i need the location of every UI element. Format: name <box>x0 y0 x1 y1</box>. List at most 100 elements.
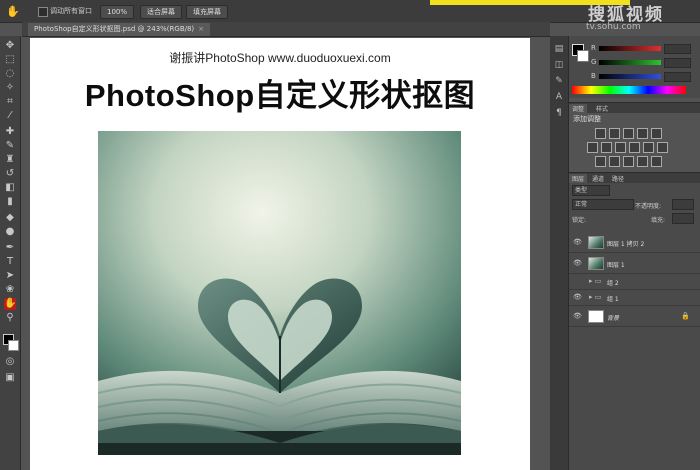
layer-name: 图层 1 拷贝 2 <box>607 241 645 248</box>
hand-tool-active-icon[interactable]: ✋ <box>4 298 16 310</box>
invert-adjust-icon[interactable] <box>595 156 606 167</box>
brush-panel-icon[interactable]: ✎ <box>554 76 564 86</box>
threshold-adjust-icon[interactable] <box>623 156 634 167</box>
canvas-title: PhotoShop自定义形状抠图 <box>84 78 476 113</box>
dodge-tool-icon[interactable]: ● <box>4 226 16 238</box>
healing-brush-tool-icon[interactable]: ✚ <box>4 126 16 138</box>
color-background-swatch[interactable] <box>577 50 589 62</box>
lasso-tool-icon[interactable]: ◌ <box>4 68 16 80</box>
r-slider[interactable] <box>599 46 661 51</box>
tab-adjustments[interactable]: 调整 <box>569 104 588 113</box>
exposure-adjust-icon[interactable] <box>637 128 648 139</box>
photo-filter-adjust-icon[interactable] <box>629 142 640 153</box>
black-white-adjust-icon[interactable] <box>615 142 626 153</box>
zoom-tool-icon[interactable]: ⚲ <box>4 312 16 324</box>
character-panel-icon[interactable]: A <box>554 92 564 102</box>
hue-saturation-adjust-icon[interactable] <box>587 142 598 153</box>
b-label: B <box>591 72 596 80</box>
tools-panel: ✥ ⬚ ◌ ✧ ⌗ ⁄ ✚ ✎ ♜ ↺ ◧ ▮ ◆ ● ✒ T ➤ ❀ ✋ ⚲ … <box>0 36 21 470</box>
fill-field[interactable] <box>672 213 694 224</box>
quick-mask-icon[interactable]: ◎ <box>4 356 16 368</box>
visibility-eye-hidden-icon[interactable] <box>573 277 581 285</box>
opacity-label: 不透明度: <box>635 203 662 210</box>
pen-tool-icon[interactable]: ✒ <box>4 242 16 254</box>
screen-mode-icon[interactable]: ▣ <box>4 372 16 384</box>
custom-shape-tool-icon[interactable]: ❀ <box>4 284 16 296</box>
history-panel-icon[interactable]: ▤ <box>554 44 564 54</box>
visibility-eye-icon[interactable]: 👁 <box>573 293 582 301</box>
layer-kind-filter[interactable]: 类型 <box>572 185 610 196</box>
color-spectrum[interactable] <box>572 86 686 94</box>
visibility-eye-icon[interactable]: 👁 <box>573 238 582 246</box>
document-canvas[interactable]: 谢振讲PhotoShop www.duoduoxuexi.com PhotoSh… <box>30 38 530 470</box>
background-color-swatch[interactable] <box>8 340 19 351</box>
tab-styles[interactable]: 样式 <box>593 104 611 113</box>
b-slider[interactable] <box>599 74 661 79</box>
crop-tool-icon[interactable]: ⌗ <box>4 96 16 108</box>
paragraph-panel-icon[interactable]: ¶ <box>554 108 564 118</box>
channel-mixer-adjust-icon[interactable] <box>643 142 654 153</box>
color-balance-adjust-icon[interactable] <box>601 142 612 153</box>
type-tool-icon[interactable]: T <box>4 256 16 268</box>
gradient-map-adjust-icon[interactable] <box>637 156 648 167</box>
layer-thumbnail <box>588 257 604 270</box>
tab-paths[interactable]: 路径 <box>609 174 627 183</box>
eraser-tool-icon[interactable]: ◧ <box>4 182 16 194</box>
r-label: R <box>591 44 596 52</box>
eyedropper-tool-icon[interactable]: ⁄ <box>4 110 16 122</box>
path-selection-tool-icon[interactable]: ➤ <box>4 270 16 282</box>
g-slider[interactable] <box>599 60 661 65</box>
canvas-subtitle: 谢振讲PhotoShop www.duoduoxuexi.com <box>169 51 391 65</box>
layer-row[interactable]: 👁 背景 🔒 <box>569 306 700 327</box>
layer-row[interactable]: 👁 图层 1 拷贝 2 <box>569 232 700 253</box>
move-tool-icon[interactable]: ✥ <box>4 40 16 52</box>
lock-icon: 🔒 <box>681 312 690 320</box>
g-value-field[interactable] <box>664 58 691 68</box>
fill-screen-button[interactable]: 填充屏幕 <box>186 5 228 19</box>
layer-row[interactable]: 👁 图层 1 <box>569 253 700 274</box>
marquee-tool-icon[interactable]: ⬚ <box>4 54 16 66</box>
document-tab-bar: PhotoShop自定义形状抠图.psd @ 243%(RGB/8) × <box>22 22 550 37</box>
visibility-eye-icon[interactable]: 👁 <box>573 312 582 320</box>
blur-tool-icon[interactable]: ◆ <box>4 212 16 224</box>
properties-panel-icon[interactable]: ◫ <box>554 60 564 70</box>
magic-wand-tool-icon[interactable]: ✧ <box>4 82 16 94</box>
vibrance-adjust-icon[interactable] <box>651 128 662 139</box>
layers-panel: 图层 通道 路径 类型 正常 不透明度: 锁定: 填充: 👁 图层 1 拷贝 2… <box>569 172 700 470</box>
fit-screen-button[interactable]: 适合屏幕 <box>140 5 182 19</box>
layer-thumbnail <box>588 236 604 249</box>
hand-tool-icon: ✋ <box>6 5 20 18</box>
curves-adjust-icon[interactable] <box>623 128 634 139</box>
history-brush-tool-icon[interactable]: ↺ <box>4 168 16 180</box>
close-icon[interactable]: × <box>198 25 204 33</box>
gradient-tool-icon[interactable]: ▮ <box>4 196 16 208</box>
r-value-field[interactable] <box>664 44 691 54</box>
options-bar: ✋ 调动所有窗口 100% 适合屏幕 填充屏幕 搜狐视频 <box>0 0 700 25</box>
tab-channels[interactable]: 通道 <box>589 174 607 183</box>
visibility-eye-icon[interactable]: 👁 <box>573 259 582 267</box>
layer-group-row[interactable]: ▸ ▭ 组 2 <box>569 274 700 290</box>
layer-group-row[interactable]: 👁 ▸ ▭ 组 1 <box>569 290 700 306</box>
foreground-background-swatches[interactable] <box>3 334 19 351</box>
document-tab[interactable]: PhotoShop自定义形状抠图.psd @ 243%(RGB/8) × <box>28 23 211 36</box>
add-adjustment-label: 添加调整 <box>573 115 601 123</box>
g-label: G <box>591 58 597 66</box>
posterize-adjust-icon[interactable] <box>609 156 620 167</box>
selective-color-adjust-icon[interactable] <box>651 156 662 167</box>
brush-tool-icon[interactable]: ✎ <box>4 140 16 152</box>
b-value-field[interactable] <box>664 72 691 82</box>
levels-adjust-icon[interactable] <box>609 128 620 139</box>
scroll-all-windows-checkbox[interactable] <box>38 7 48 17</box>
color-lookup-adjust-icon[interactable] <box>657 142 668 153</box>
folder-icon: ▸ ▭ <box>589 293 602 301</box>
tab-layers[interactable]: 图层 <box>569 174 588 183</box>
zoom-100-button[interactable]: 100% <box>100 5 134 19</box>
layer-name: 图层 1 <box>607 262 625 269</box>
layer-name: 组 2 <box>607 280 619 287</box>
brightness-adjust-icon[interactable] <box>595 128 606 139</box>
fill-label: 填充: <box>651 217 666 224</box>
clone-stamp-tool-icon[interactable]: ♜ <box>4 154 16 166</box>
document-tab-title: PhotoShop自定义形状抠图.psd @ 243%(RGB/8) <box>34 25 195 33</box>
blend-mode-select[interactable]: 正常 <box>572 199 634 210</box>
opacity-field[interactable] <box>672 199 694 210</box>
